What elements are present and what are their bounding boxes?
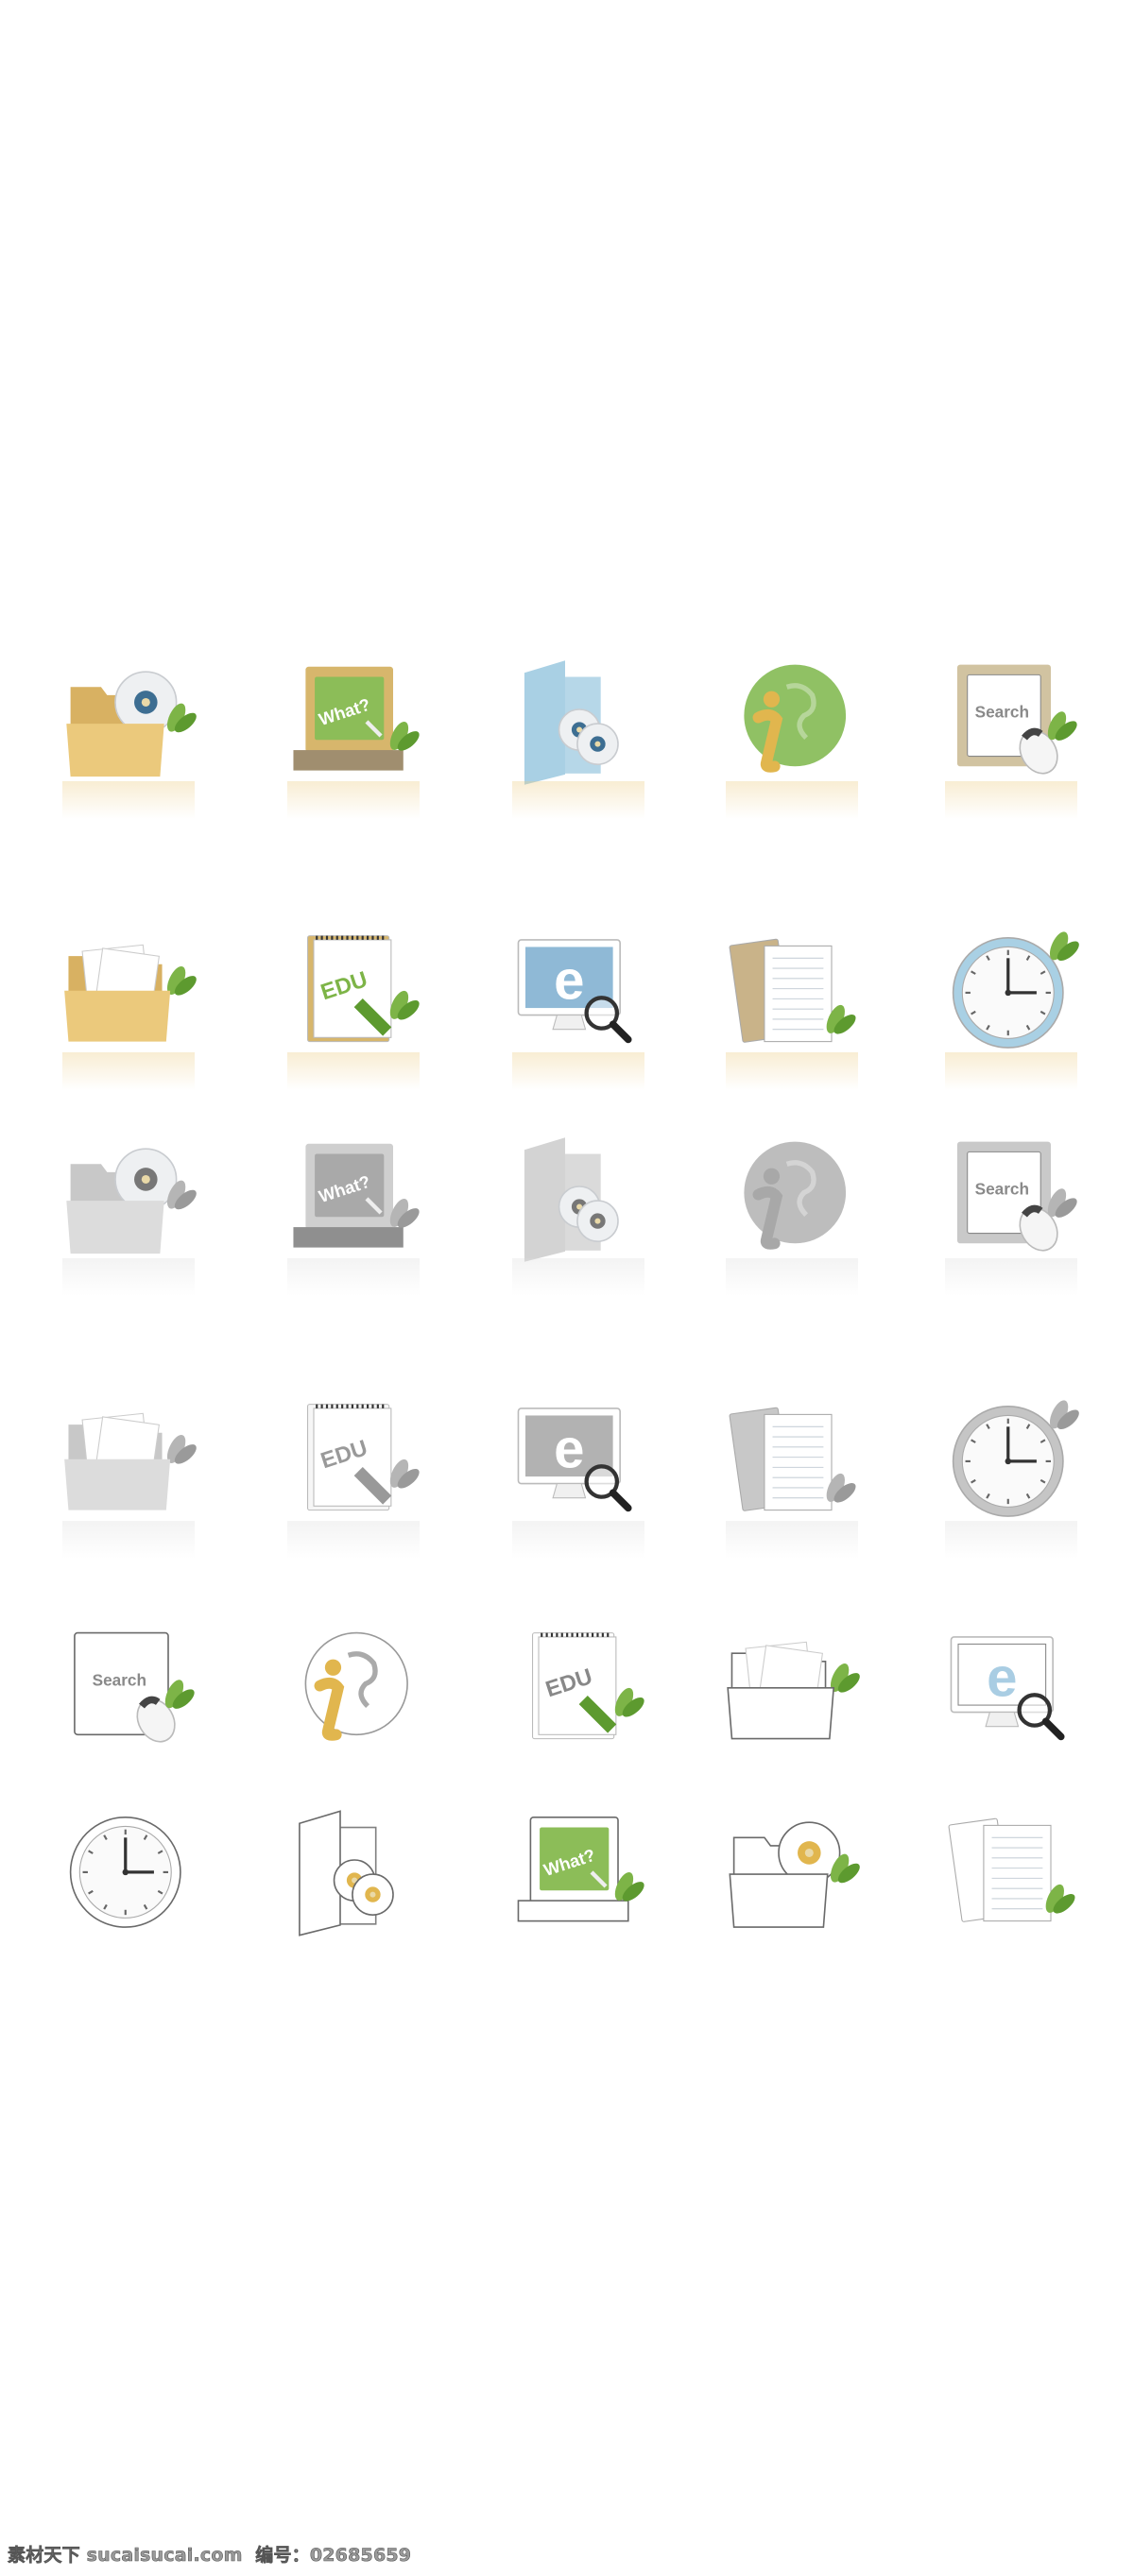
cd-disc-icon (576, 1200, 619, 1242)
icon-label: Search (975, 703, 1029, 722)
folder-documents-icon (62, 1396, 197, 1528)
cd-disc-icon (352, 1873, 394, 1916)
icon-label: e (987, 1646, 1017, 1708)
watermark: 素材天下 sucaisucai.com 编号：02685659 (8, 2545, 412, 2567)
icon-reflection (512, 781, 644, 819)
icon-reflection (287, 781, 420, 819)
chalkboard-what-icon: What? (287, 657, 420, 789)
notepad-edu-icon: EDU (512, 1625, 644, 1757)
icon-reflection (512, 1521, 644, 1559)
icon-reflection (287, 1258, 420, 1296)
chalkboard-what-icon: What? (287, 1134, 420, 1266)
icon-reflection (512, 1258, 644, 1296)
globe-info-icon (287, 1625, 420, 1757)
chalkboard-what-icon: What? (512, 1807, 644, 1939)
cd-case-icon (287, 1807, 420, 1939)
notepad-edu-icon: EDU (287, 928, 420, 1060)
cd-disc-icon (114, 1148, 178, 1211)
globe-info-icon (726, 657, 858, 789)
folder-documents-icon (726, 1625, 860, 1757)
cd-case-icon (512, 1134, 644, 1266)
icon-reflection (726, 1258, 858, 1296)
globe-info-icon (726, 1134, 858, 1266)
book-notes-icon (726, 1396, 858, 1528)
icon-reflection (726, 1521, 858, 1559)
clock-icon (62, 1807, 195, 1939)
cd-disc-icon (576, 723, 619, 765)
icon-label: e (554, 1418, 584, 1479)
icon-reflection (945, 1521, 1077, 1559)
icon-label: e (554, 949, 584, 1011)
leaf-icon (389, 990, 420, 1020)
icon-reflection (726, 781, 858, 819)
book-notes-icon (945, 1807, 1077, 1939)
icon-label: Search (93, 1671, 146, 1690)
monitor-ie-search-icon: e (512, 928, 644, 1060)
leaf-icon (1049, 931, 1079, 962)
icon-reflection (287, 1052, 420, 1090)
leaf-icon (389, 1459, 420, 1489)
search-mouse-icon: Search (945, 1134, 1077, 1266)
icon-reflection (945, 781, 1077, 819)
search-mouse-icon: Search (945, 657, 1077, 789)
icon-reflection (62, 1521, 195, 1559)
icon-reflection (62, 781, 195, 819)
icon-reflection (287, 1521, 420, 1559)
monitor-ie-search-icon: e (512, 1396, 644, 1528)
search-mouse-icon: Search (62, 1625, 195, 1757)
clock-icon (945, 928, 1079, 1060)
cd-disc-icon (114, 671, 178, 734)
folder-cd-icon (62, 657, 197, 789)
notepad-edu-icon: EDU (287, 1396, 420, 1528)
icon-reflection (512, 1052, 644, 1090)
folder-documents-icon (62, 928, 197, 1060)
icon-label: Search (975, 1180, 1029, 1199)
icon-reflection (945, 1052, 1077, 1090)
icon-reflection (945, 1258, 1077, 1296)
icon-reflection (62, 1052, 195, 1090)
icon-reflection (62, 1258, 195, 1296)
icon-reflection (726, 1052, 858, 1090)
leaf-icon (1049, 1400, 1079, 1430)
cd-case-icon (512, 657, 644, 789)
leaf-icon (614, 1687, 644, 1717)
book-notes-icon (726, 928, 858, 1060)
folder-cd-icon (726, 1807, 860, 1939)
folder-cd-icon (62, 1134, 197, 1266)
monitor-ie-search-icon: e (945, 1625, 1077, 1757)
clock-icon (945, 1396, 1079, 1528)
